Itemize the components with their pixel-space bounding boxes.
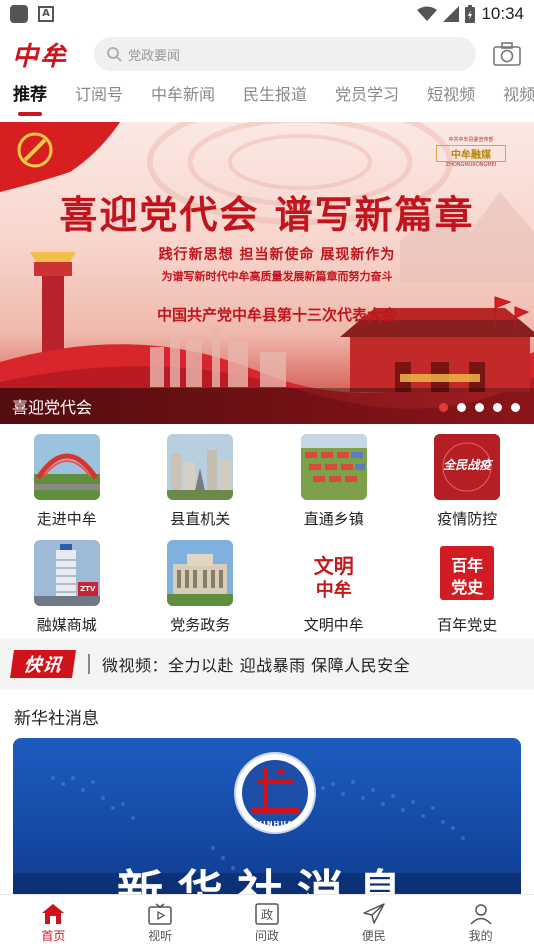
carousel-dot[interactable] <box>493 403 502 412</box>
nav-convenience[interactable]: 便民 <box>320 895 427 950</box>
grid-item-label: 直通乡镇 <box>303 510 364 528</box>
banner-caption: 喜迎党代会 <box>12 398 93 417</box>
app-logo[interactable]: 中牟 <box>12 36 82 73</box>
ticker-headline[interactable]: 微视频：全力以赴 迎战暴雨 保障人民安全 <box>102 652 410 676</box>
wifi-icon <box>417 6 438 21</box>
signal-icon <box>443 6 460 22</box>
search-bar[interactable]: 党政要闻 <box>94 37 476 71</box>
grid-item-civilized-zhongmu[interactable]: 文明 中牟 文明中牟 <box>267 534 401 636</box>
tab-subscription[interactable]: 订阅号 <box>75 78 123 118</box>
clock: 10:34 <box>481 4 524 23</box>
nav-label: 便民 <box>361 929 386 943</box>
keyboard-icon: A <box>38 6 54 22</box>
carousel-dot[interactable] <box>457 403 466 412</box>
nav-politics[interactable]: 政 问政 <box>214 895 321 950</box>
grid-item-epidemic-control[interactable]: 全民战疫 疫情防控 <box>401 428 534 534</box>
section-title: 新华社消息 <box>14 709 99 729</box>
grid-item-label: 文明中牟 <box>303 616 364 634</box>
grid-item-towns[interactable]: 直通乡镇 <box>267 428 401 534</box>
brand-en-text: ZHONGMURONGMEI <box>445 162 497 168</box>
grid-item-label: 百年党史 <box>437 616 498 634</box>
tab-party-study[interactable]: 党员学习 <box>335 78 399 118</box>
grid-item-label: 县直机关 <box>170 510 231 528</box>
bainian-line2: 党史 <box>451 578 484 597</box>
battery-icon <box>465 5 476 23</box>
wenming-line2: 中牟 <box>315 580 352 601</box>
carousel-dot[interactable] <box>475 403 484 412</box>
brand-small-text: 中共中牟县委宣传部 <box>448 137 494 143</box>
news-ticker[interactable]: 快讯 微视频：全力以赴 迎战暴雨 保障人民安全 <box>0 638 534 690</box>
tab-recommend[interactable]: 推荐 <box>13 78 47 118</box>
camera-button[interactable] <box>492 39 522 69</box>
bottom-navigation: 首页 视听 政 问政 便民 我的 <box>0 894 534 950</box>
grid-item-label: 走进中牟 <box>36 510 97 528</box>
home-icon <box>42 904 65 924</box>
send-icon <box>363 903 385 924</box>
svg-text:政: 政 <box>261 908 273 922</box>
status-bar: A 10:34 <box>0 0 534 28</box>
carousel-indicator <box>439 403 520 412</box>
xinhua-news-card[interactable]: XINHUA 新华社消息 <box>13 738 521 908</box>
nav-label: 视听 <box>148 929 173 943</box>
tab-zhongmu-news[interactable]: 中牟新闻 <box>151 78 215 118</box>
town-photo-icon <box>300 434 367 500</box>
search-icon <box>107 47 122 62</box>
xinhua-emblem-text: XINHUA <box>256 820 294 828</box>
ztv-text: ZTV <box>80 585 96 593</box>
notification-icon <box>10 5 28 23</box>
banner-headline: 喜迎党代会 谱写新篇章 <box>59 192 475 237</box>
bridge-photo-icon <box>33 434 100 500</box>
hero-banner[interactable]: 中共中牟县委宣传部 中牟融媒 ZHONGMURONGMEI 喜迎党代会 谱写新篇… <box>0 122 534 424</box>
tab-video[interactable]: 视频 <box>503 78 534 118</box>
grid-item-label: 党务政务 <box>170 616 231 634</box>
city-photo-icon <box>167 434 234 500</box>
tower-photo-icon: ZTV <box>33 540 100 606</box>
carousel-dot[interactable] <box>511 403 520 412</box>
grid-item-zoujin-zhongmu[interactable]: 走进中牟 <box>0 428 134 534</box>
banner-slogan: 践行新思想 担当新使命 展现新作为 <box>158 247 396 263</box>
grid-item-party-government[interactable]: 党务政务 <box>134 534 268 636</box>
tab-short-video[interactable]: 短视频 <box>427 78 475 118</box>
grid-item-party-history[interactable]: 百年 党史 百年党史 <box>401 534 534 636</box>
nav-home[interactable]: 首页 <box>0 895 107 950</box>
carousel-dot[interactable] <box>439 403 448 412</box>
brand-main-text: 中牟融媒 <box>436 145 506 162</box>
grid-item-label: 融媒商城 <box>36 616 97 634</box>
tab-livelihood[interactable]: 民生报道 <box>243 78 307 118</box>
nav-profile[interactable]: 我的 <box>427 895 534 950</box>
quick-entry-grid: 走进中牟 县直机关 直通乡镇 全民战疫 疫情防控 ZTV 融媒商城 党务政务 文… <box>0 428 534 636</box>
grid-item-media-mall[interactable]: ZTV 融媒商城 <box>0 534 134 636</box>
government-building-photo-icon <box>167 540 234 606</box>
grid-item-county-offices[interactable]: 县直机关 <box>134 428 268 534</box>
party-history-seal-icon: 百年 党史 <box>434 540 501 606</box>
channel-tabs: 推荐 订阅号 中牟新闻 民生报道 党员学习 短视频 视频 <box>0 78 534 118</box>
nav-label: 首页 <box>41 929 66 943</box>
wenming-line1: 文明 <box>313 554 354 578</box>
user-icon <box>470 904 492 925</box>
nav-label: 我的 <box>468 929 493 943</box>
epidemic-text: 全民战疫 <box>443 458 492 472</box>
banner-subslogan: 为谱写新时代中牟高质量发展新篇章而努力奋斗 <box>161 270 393 283</box>
search-placeholder: 党政要闻 <box>128 48 181 64</box>
tv-play-icon <box>148 903 172 925</box>
nav-audiovisual[interactable]: 视听 <box>107 895 214 950</box>
banner-congress-title: 中国共产党中牟县第十三次代表大会 <box>156 306 397 324</box>
ticker-divider <box>88 654 90 674</box>
grid-item-label: 疫情防控 <box>437 510 498 528</box>
politics-icon: 政 <box>255 903 279 925</box>
civilization-seal-icon: 文明 中牟 <box>300 540 367 606</box>
bainian-line1: 百年 <box>451 556 484 575</box>
nav-label: 问政 <box>254 929 279 943</box>
brand-badge: 中共中牟县委宣传部 中牟融媒 ZHONGMURONGMEI <box>436 136 506 168</box>
camera-icon <box>493 42 521 66</box>
anti-epidemic-badge-icon: 全民战疫 <box>434 434 501 500</box>
flash-news-badge: 快讯 <box>10 650 76 678</box>
app-screen: A 10:34 中牟 党政要闻 推荐 订阅号 中牟新闻 民生报道 党员学习 短视… <box>0 0 534 950</box>
app-header: 中牟 党政要闻 <box>0 32 534 76</box>
